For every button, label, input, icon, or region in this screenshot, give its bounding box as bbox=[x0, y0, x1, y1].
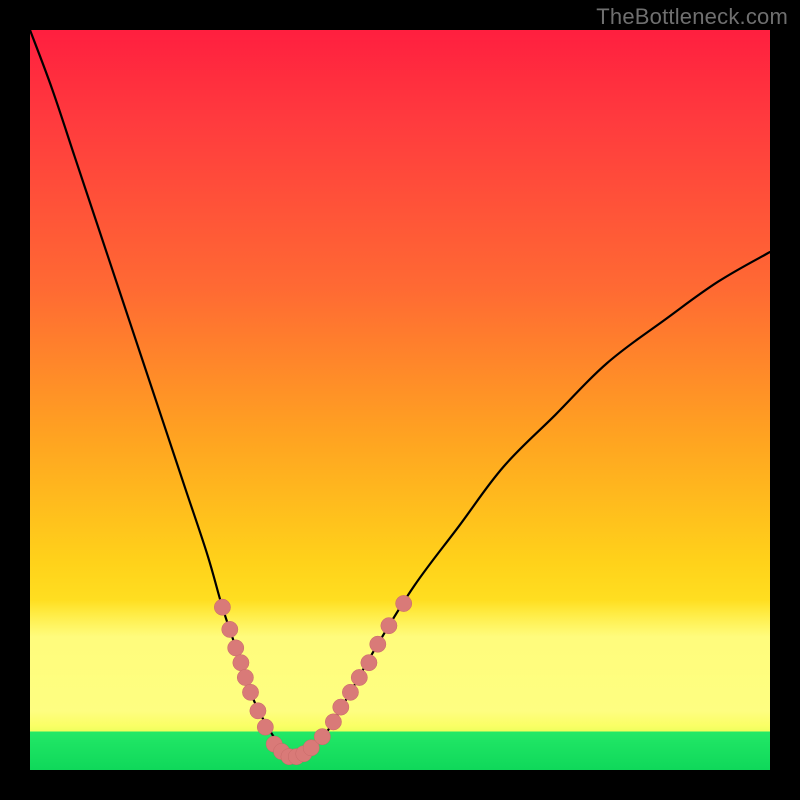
curve-marker bbox=[222, 621, 238, 637]
curve-marker bbox=[361, 655, 377, 671]
curve-marker bbox=[351, 669, 367, 685]
curve-marker bbox=[325, 714, 341, 730]
chart-svg bbox=[30, 30, 770, 770]
curve-marker bbox=[228, 640, 244, 656]
curve-marker bbox=[314, 729, 330, 745]
curve-marker bbox=[233, 655, 249, 671]
curve-marker bbox=[342, 684, 358, 700]
chart-area bbox=[30, 30, 770, 770]
watermark-text: TheBottleneck.com bbox=[596, 4, 788, 30]
curve-marker bbox=[370, 636, 386, 652]
curve-marker bbox=[396, 595, 412, 611]
curve-marker bbox=[237, 669, 253, 685]
bottleneck-curve-path bbox=[30, 30, 770, 760]
curve-marker bbox=[214, 599, 230, 615]
curve-marker bbox=[242, 684, 258, 700]
curve-marker bbox=[333, 699, 349, 715]
marker-group bbox=[214, 595, 412, 764]
curve-marker bbox=[250, 703, 266, 719]
curve-marker bbox=[381, 618, 397, 634]
curve-marker bbox=[257, 719, 273, 735]
